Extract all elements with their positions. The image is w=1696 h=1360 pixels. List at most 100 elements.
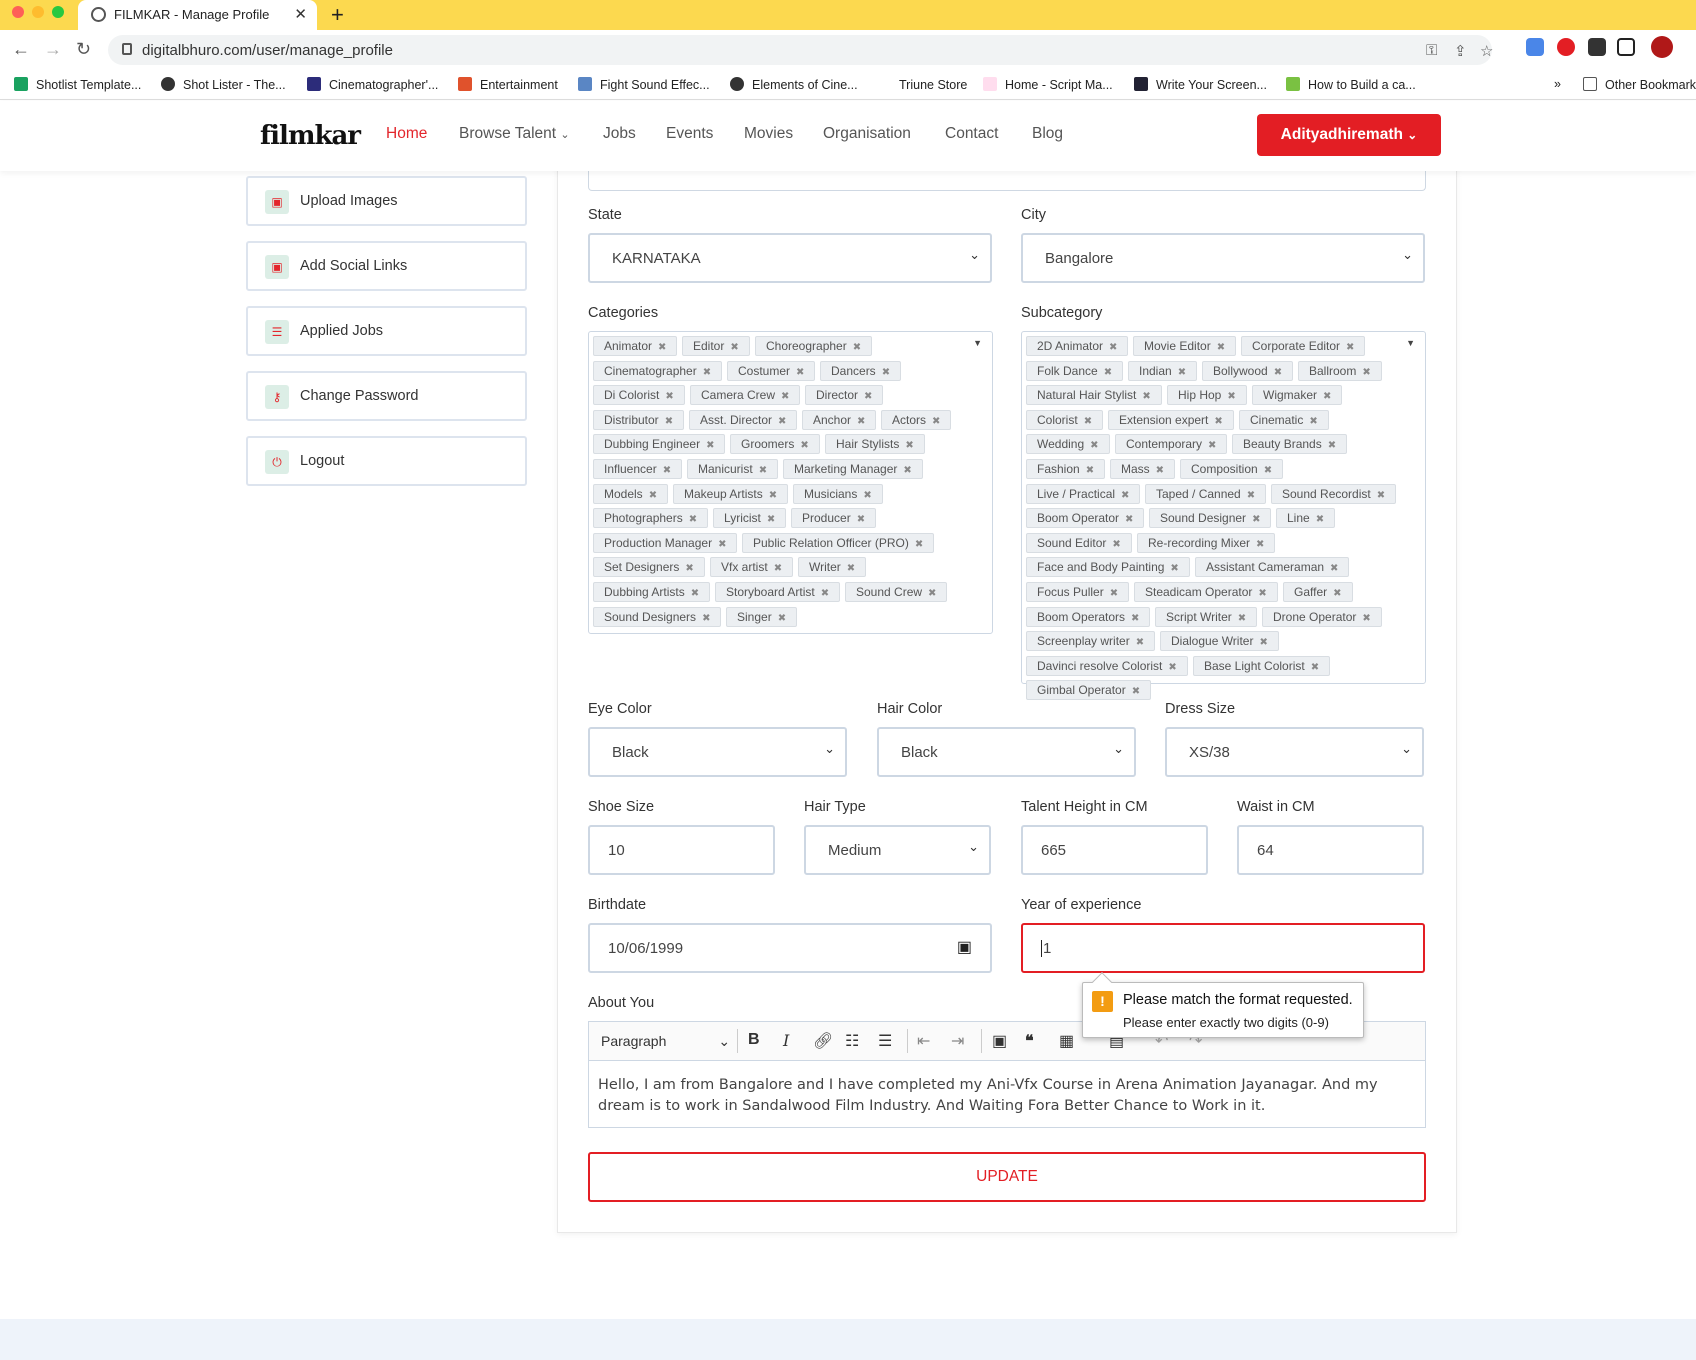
remove-tag-icon[interactable]: ✖ (1110, 588, 1118, 599)
remove-tag-icon[interactable]: ✖ (702, 613, 710, 624)
paragraph-format-dropdown[interactable]: Paragraph ⌄ (601, 1033, 730, 1050)
selected-tag[interactable]: Script Writer ✖ (1155, 606, 1258, 627)
remove-tag-icon[interactable]: ✖ (665, 416, 673, 427)
puzzle-icon[interactable] (1588, 38, 1606, 56)
selected-tag[interactable]: Lyricist ✖ (713, 508, 787, 529)
eye-color-select[interactable]: Black ⌄ (588, 727, 847, 777)
sidebar-item-change-password[interactable]: ⚷ Change Password (246, 371, 527, 421)
bookmark-item[interactable]: Shot Lister - The... (161, 77, 286, 92)
remove-tag-icon[interactable]: ✖ (882, 367, 890, 378)
selected-tag[interactable]: Public Relation Officer (PRO) ✖ (742, 532, 935, 553)
back-icon[interactable]: ← (12, 39, 30, 60)
remove-tag-icon[interactable]: ✖ (1121, 490, 1129, 501)
remove-tag-icon[interactable]: ✖ (1238, 613, 1246, 624)
nav-organisation[interactable]: Organisation (823, 125, 911, 143)
remove-tag-icon[interactable]: ✖ (1142, 391, 1150, 402)
selected-tag[interactable]: Live / Practical ✖ (1026, 483, 1141, 504)
remove-tag-icon[interactable]: ✖ (863, 490, 871, 501)
selected-tag[interactable]: Beauty Brands ✖ (1232, 434, 1348, 455)
hair-type-select[interactable]: Medium ⌄ (804, 825, 991, 875)
remove-tag-icon[interactable]: ✖ (1311, 662, 1319, 673)
selected-tag[interactable]: Cinematic ✖ (1239, 409, 1329, 430)
profile-avatar[interactable] (1651, 36, 1673, 58)
remove-tag-icon[interactable]: ✖ (665, 391, 673, 402)
bookmark-item[interactable]: Entertainment (458, 77, 558, 92)
remove-tag-icon[interactable]: ✖ (1156, 465, 1164, 476)
selected-tag[interactable]: Marketing Manager ✖ (783, 459, 923, 479)
state-select[interactable]: KARNATAKA ⌄ (588, 233, 992, 283)
remove-tag-icon[interactable]: ✖ (1217, 342, 1225, 353)
city-select[interactable]: Bangalore ⌄ (1021, 233, 1425, 283)
remove-tag-icon[interactable]: ✖ (1316, 514, 1324, 525)
selected-tag[interactable]: Bollywood ✖ (1202, 360, 1294, 381)
remove-tag-icon[interactable]: ✖ (774, 563, 782, 574)
selected-tag[interactable]: Director ✖ (805, 385, 884, 406)
bookmark-item[interactable]: Home - Script Ma... (983, 77, 1113, 92)
selected-tag[interactable]: Hip Hop ✖ (1167, 385, 1247, 406)
selected-tag[interactable]: Models ✖ (593, 483, 669, 504)
selected-tag[interactable]: Extension expert ✖ (1108, 409, 1234, 430)
reload-icon[interactable]: ↻ (76, 39, 91, 60)
address-bar[interactable]: digitalbhuro.com/user/manage_profile ⚿ ⇪… (108, 35, 1493, 65)
remove-tag-icon[interactable]: ✖ (759, 465, 767, 476)
insert-image-icon[interactable]: ▣ (992, 1031, 1007, 1051)
remove-tag-icon[interactable]: ✖ (1109, 342, 1117, 353)
selected-tag[interactable]: Sound Crew ✖ (845, 582, 948, 602)
remove-tag-icon[interactable]: ✖ (928, 588, 936, 599)
bookmark-item[interactable]: Shotlist Template... (14, 77, 141, 92)
remove-tag-icon[interactable]: ✖ (1132, 686, 1140, 697)
bookmark-item[interactable]: Elements of Cine... (730, 77, 858, 92)
remove-tag-icon[interactable]: ✖ (1328, 440, 1336, 451)
selected-tag[interactable]: Dancers ✖ (820, 360, 902, 381)
caret-down-icon[interactable]: ▼ (1406, 338, 1415, 348)
selected-tag[interactable]: Gaffer ✖ (1283, 582, 1353, 602)
selected-tag[interactable]: Indian ✖ (1128, 360, 1198, 381)
remove-tag-icon[interactable]: ✖ (649, 490, 657, 501)
indent-icon[interactable]: ⇥ (951, 1031, 964, 1051)
experience-input[interactable]: 1 (1021, 923, 1425, 973)
selected-tag[interactable]: Choreographer ✖ (755, 336, 873, 356)
outdent-icon[interactable]: ⇤ (917, 1031, 930, 1051)
remove-tag-icon[interactable]: ✖ (932, 416, 940, 427)
selected-tag[interactable]: Colorist ✖ (1026, 409, 1104, 430)
selected-tag[interactable]: Asst. Director ✖ (689, 409, 798, 430)
remove-tag-icon[interactable]: ✖ (1136, 637, 1144, 648)
selected-tag[interactable]: Fashion ✖ (1026, 459, 1106, 479)
remove-tag-icon[interactable]: ✖ (857, 416, 865, 427)
remove-tag-icon[interactable]: ✖ (703, 367, 711, 378)
selected-tag[interactable]: Editor ✖ (682, 336, 750, 356)
selected-tag[interactable]: Camera Crew ✖ (690, 385, 801, 406)
selected-tag[interactable]: Face and Body Painting ✖ (1026, 557, 1190, 578)
remove-tag-icon[interactable]: ✖ (1178, 367, 1186, 378)
remove-tag-icon[interactable]: ✖ (769, 490, 777, 501)
selected-tag[interactable]: Taped / Canned ✖ (1145, 483, 1267, 504)
selected-tag[interactable]: Drone Operator ✖ (1262, 606, 1382, 627)
selected-tag[interactable]: Musicians ✖ (793, 483, 883, 504)
selected-tag[interactable]: Folk Dance ✖ (1026, 360, 1124, 381)
remove-tag-icon[interactable]: ✖ (663, 465, 671, 476)
dress-size-select[interactable]: XS/38 ⌄ (1165, 727, 1424, 777)
remove-tag-icon[interactable]: ✖ (1362, 613, 1370, 624)
selected-tag[interactable]: Sound Editor ✖ (1026, 532, 1132, 553)
remove-tag-icon[interactable]: ✖ (1258, 588, 1266, 599)
selected-tag[interactable]: Dubbing Engineer ✖ (593, 434, 726, 455)
selected-tag[interactable]: Producer ✖ (791, 508, 877, 529)
bookmark-item[interactable]: How to Build a ca... (1286, 77, 1416, 92)
selected-tag[interactable]: Sound Designer ✖ (1149, 508, 1272, 529)
remove-tag-icon[interactable]: ✖ (691, 588, 699, 599)
remove-tag-icon[interactable]: ✖ (1112, 539, 1120, 550)
remove-tag-icon[interactable]: ✖ (1125, 514, 1133, 525)
nav-events[interactable]: Events (666, 125, 713, 143)
selected-tag[interactable]: Dubbing Artists ✖ (593, 582, 711, 602)
bookmark-item[interactable]: Fight Sound Effec... (578, 77, 710, 92)
selected-tag[interactable]: Cinematographer ✖ (593, 360, 723, 381)
selected-tag[interactable]: Composition ✖ (1180, 459, 1284, 479)
bold-icon[interactable]: B (748, 1031, 760, 1049)
sidebar-item-logout[interactable]: ⏻ Logout (246, 436, 527, 486)
calendar-icon[interactable]: ▣ (957, 937, 972, 957)
bookmark-item[interactable]: Write Your Screen... (1134, 77, 1267, 92)
bookmark-star-icon[interactable]: ☆ (1480, 42, 1493, 60)
forward-icon[interactable]: → (44, 39, 62, 60)
remove-tag-icon[interactable]: ✖ (1170, 563, 1178, 574)
nav-home[interactable]: Home (386, 125, 427, 143)
